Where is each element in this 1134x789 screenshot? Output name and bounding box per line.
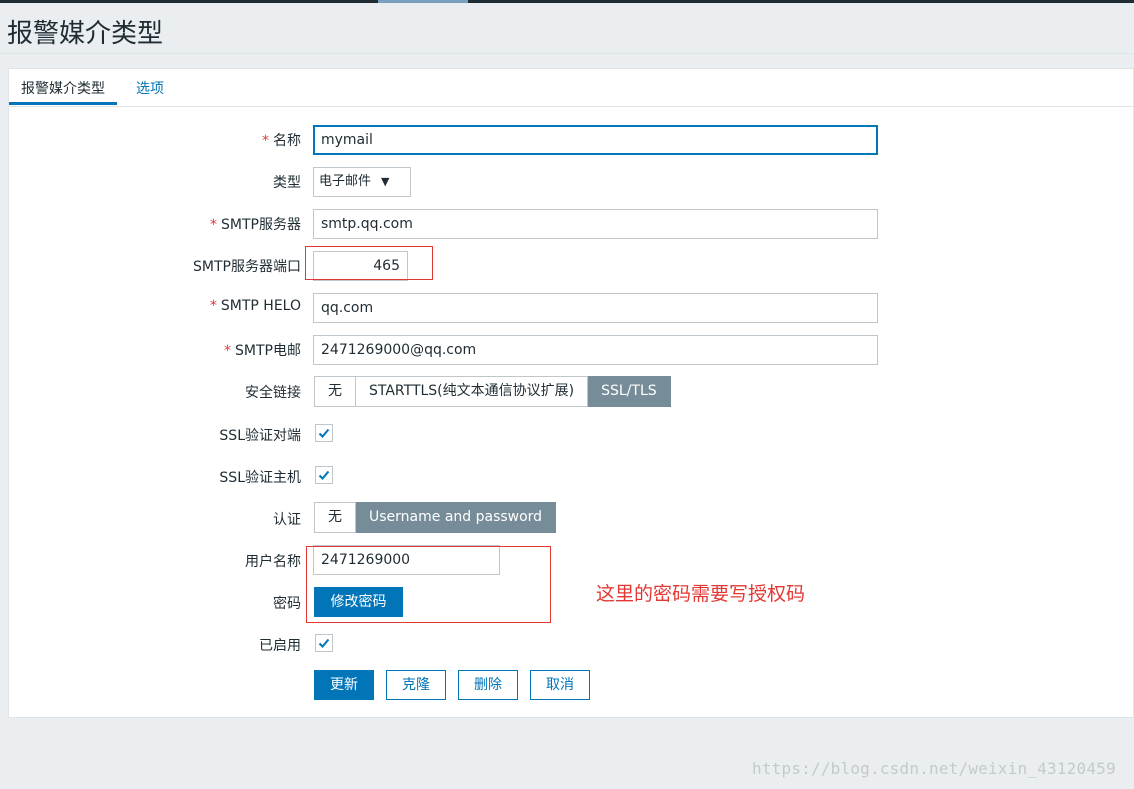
smtp-server-label: * SMTP服务器: [210, 217, 301, 233]
smtp-email-input[interactable]: 2471269000@qq.com: [313, 335, 878, 365]
ssl-verify-peer-checkbox[interactable]: [315, 424, 333, 442]
tab-media-type[interactable]: 报警媒介类型: [9, 78, 117, 105]
annotation-box-port: [305, 246, 433, 280]
smtp-port-label: SMTP服务器端口: [193, 259, 301, 275]
username-label: 用户名称: [245, 554, 301, 570]
enabled-label: 已启用: [259, 638, 301, 654]
security-option-none[interactable]: 无: [314, 376, 356, 407]
name-label: * 名称: [262, 133, 301, 149]
type-select-value: 电子邮件: [319, 174, 372, 189]
watermark: https://blog.csdn.net/weixin_43120459: [752, 759, 1116, 778]
security-option-starttls[interactable]: STARTTLS(纯文本通信协议扩展): [356, 376, 589, 407]
annotation-box-credentials: [306, 546, 551, 623]
check-icon: [318, 470, 330, 480]
ssl-verify-host-label: SSL验证主机: [219, 470, 301, 486]
annotation-note: 这里的密码需要写授权码: [596, 583, 806, 605]
top-nav-bar: [0, 0, 1134, 3]
auth-option-username-password[interactable]: Username and password: [356, 502, 557, 533]
auth-label: 认证: [273, 512, 301, 528]
delete-button[interactable]: 删除: [458, 670, 518, 700]
security-option-ssl-tls[interactable]: SSL/TLS: [588, 376, 671, 407]
check-icon: [318, 428, 330, 438]
enabled-checkbox[interactable]: [315, 634, 333, 652]
password-label: 密码: [273, 596, 301, 612]
ssl-verify-peer-label: SSL验证对端: [219, 428, 301, 444]
type-select[interactable]: 电子邮件 ▼: [313, 167, 411, 197]
auth-segmented-control: 无 Username and password: [314, 502, 557, 533]
title-divider: [0, 53, 1134, 54]
cancel-button[interactable]: 取消: [530, 670, 590, 700]
security-segmented-control: 无 STARTTLS(纯文本通信协议扩展) SSL/TLS: [314, 376, 671, 407]
smtp-helo-input[interactable]: qq.com: [313, 293, 878, 323]
update-button[interactable]: 更新: [314, 670, 374, 700]
top-nav-highlight: [378, 0, 468, 3]
name-input[interactable]: mymail: [313, 125, 878, 155]
check-icon: [318, 638, 330, 648]
required-marker: *: [209, 298, 217, 314]
smtp-email-label: * SMTP电邮: [224, 343, 301, 359]
required-marker: *: [210, 217, 218, 233]
auth-option-none[interactable]: 无: [314, 502, 356, 533]
required-marker: *: [262, 133, 269, 149]
security-label: 安全链接: [245, 385, 301, 401]
clone-button[interactable]: 克隆: [386, 670, 446, 700]
smtp-server-input[interactable]: smtp.qq.com: [313, 209, 878, 239]
required-marker: *: [224, 343, 232, 359]
page-title: 报警媒介类型: [7, 19, 164, 49]
dropdown-arrow-icon: ▼: [381, 175, 390, 188]
ssl-verify-host-checkbox[interactable]: [315, 466, 333, 484]
smtp-helo-label: * SMTP HELO: [209, 298, 301, 314]
tab-options[interactable]: 选项: [136, 78, 164, 98]
type-label: 类型: [273, 175, 301, 191]
tab-bar: 报警媒介类型 选项: [9, 69, 1133, 107]
